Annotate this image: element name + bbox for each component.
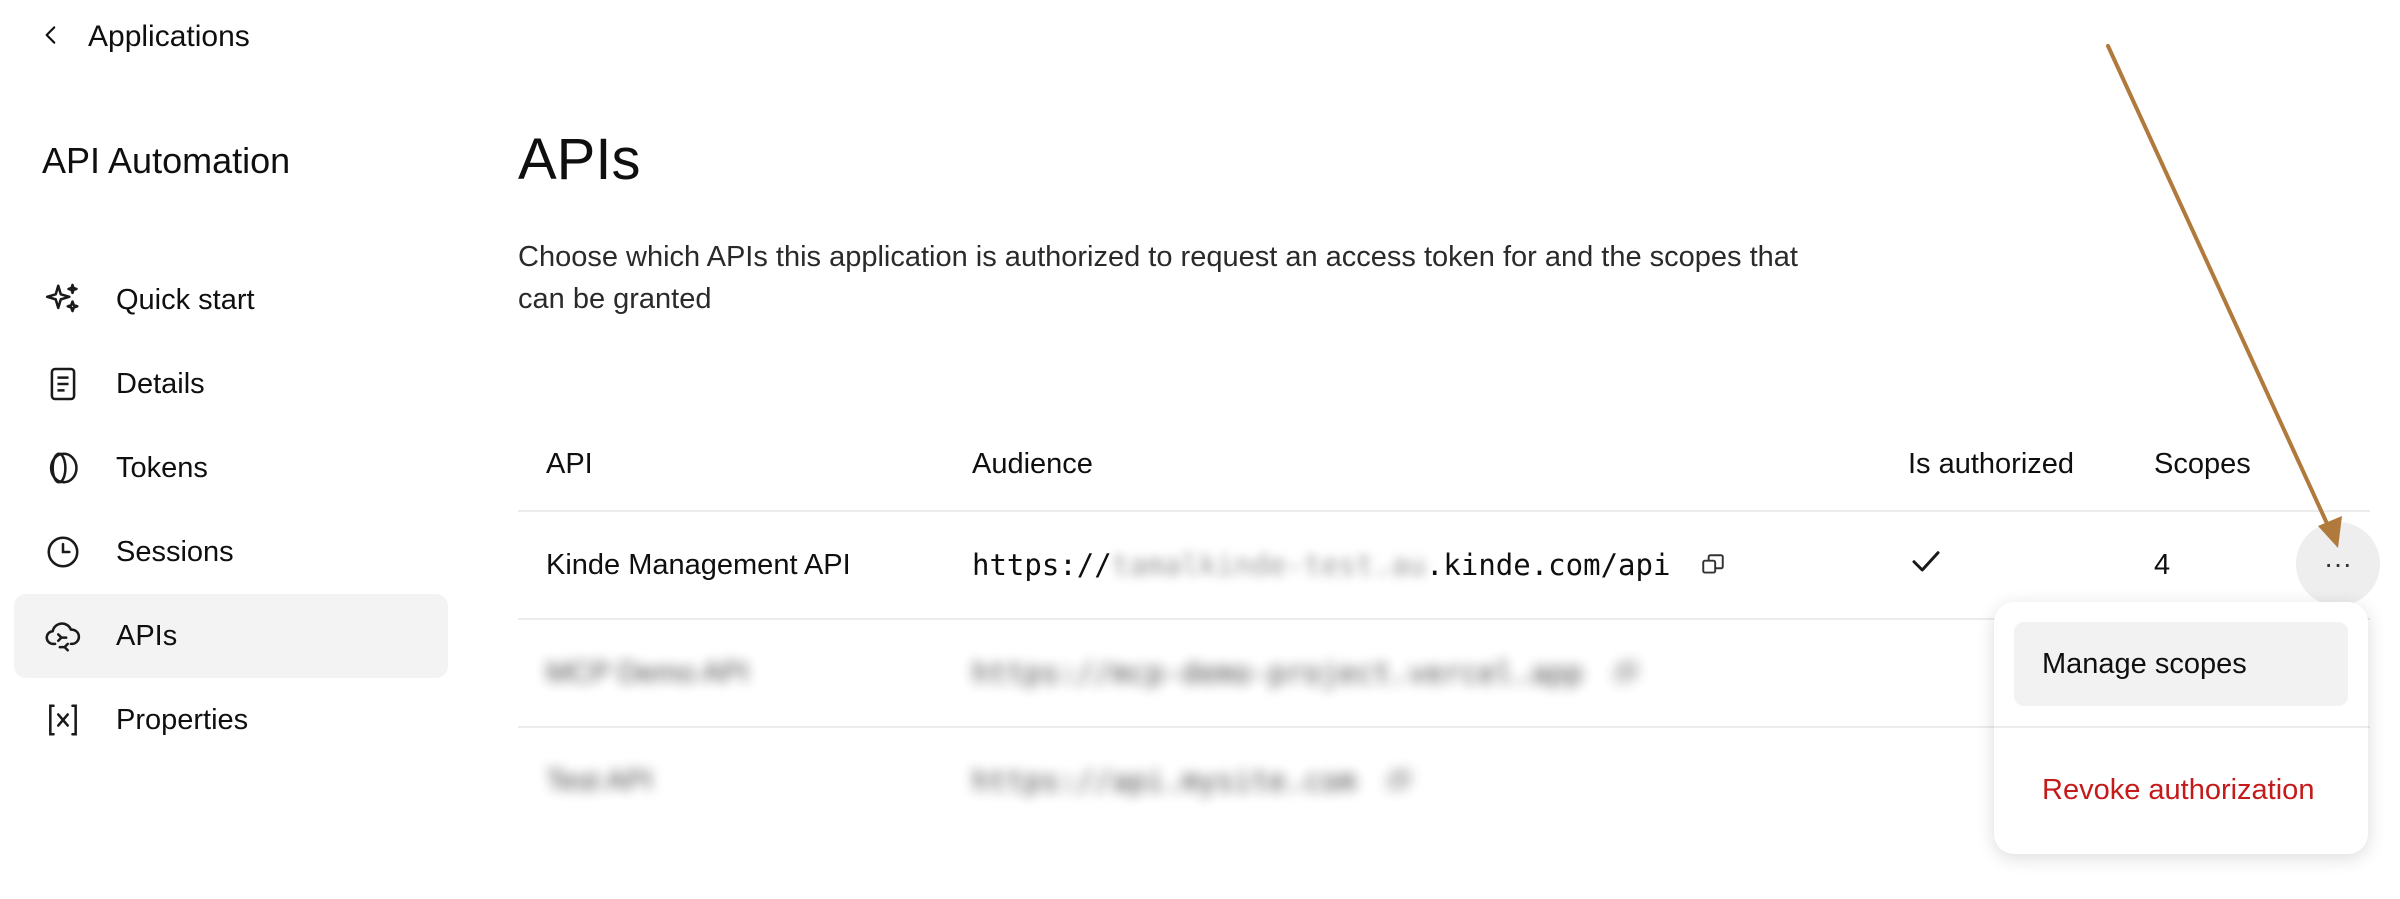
chevron-left-icon bbox=[38, 22, 64, 53]
page: Applications API Automation Quick start … bbox=[0, 0, 2400, 899]
row-actions-button[interactable]: ··· bbox=[2296, 522, 2380, 606]
page-description: Choose which APIs this application is au… bbox=[518, 241, 1798, 315]
copy-icon[interactable] bbox=[1700, 552, 1726, 578]
audience-value: https://api.mysite.com bbox=[972, 764, 1357, 798]
copy-icon[interactable] bbox=[1613, 660, 1639, 686]
sidebar-item-quick-start[interactable]: Quick start bbox=[14, 258, 448, 342]
api-name: Test API bbox=[546, 764, 653, 797]
sidebar-item-apis[interactable]: APIs bbox=[14, 594, 448, 678]
audience-cell: https://tamalkinde-test.au .kinde.com/api bbox=[972, 548, 1908, 582]
sidebar-nav: Quick start Details Tokens Sessions APIs bbox=[14, 258, 448, 762]
audience-cell: https://mcp-demo-project.vercel.app bbox=[972, 656, 1908, 690]
more-horizontal-icon: ··· bbox=[2324, 548, 2352, 579]
revoke-authorization-menu-item[interactable]: Revoke authorization bbox=[2014, 748, 2348, 832]
token-icon bbox=[44, 449, 82, 487]
back-to-applications-link[interactable]: Applications bbox=[38, 20, 250, 54]
api-name: Kinde Management API bbox=[546, 548, 851, 581]
cloud-sync-icon bbox=[44, 617, 82, 655]
column-header-scopes: Scopes bbox=[2154, 447, 2251, 480]
row-actions-menu: Manage scopes Revoke authorization bbox=[1994, 602, 2368, 854]
scopes-count: 4 bbox=[2154, 548, 2171, 581]
audience-prefix: https:// bbox=[972, 548, 1112, 582]
variable-icon bbox=[44, 701, 82, 739]
application-title: API Automation bbox=[42, 140, 291, 181]
column-header-audience: Audience bbox=[972, 447, 1093, 480]
audience-suffix: .kinde.com/api bbox=[1425, 548, 1671, 582]
sidebar-item-label: Properties bbox=[116, 703, 249, 736]
api-name: MCP Demo API bbox=[546, 656, 749, 689]
sidebar-item-label: Tokens bbox=[116, 451, 208, 484]
authorized-check-icon bbox=[1908, 543, 2154, 587]
sidebar-item-sessions[interactable]: Sessions bbox=[14, 510, 448, 594]
clock-icon bbox=[44, 533, 82, 571]
sidebar-item-label: APIs bbox=[116, 619, 178, 652]
document-icon bbox=[44, 365, 82, 403]
sidebar-item-properties[interactable]: Properties bbox=[14, 678, 448, 762]
column-header-api: API bbox=[546, 447, 593, 480]
audience-value: https://mcp-demo-project.vercel.app bbox=[972, 656, 1584, 690]
sidebar-item-tokens[interactable]: Tokens bbox=[14, 426, 448, 510]
audience-cell: https://api.mysite.com bbox=[972, 764, 1908, 798]
manage-scopes-menu-item[interactable]: Manage scopes bbox=[2014, 622, 2348, 706]
page-title: APIs bbox=[518, 127, 641, 192]
sidebar-item-details[interactable]: Details bbox=[14, 342, 448, 426]
table-header: API Audience Is authorized Scopes bbox=[518, 418, 2370, 512]
menu-divider bbox=[1994, 726, 2368, 728]
column-header-is-authorized: Is authorized bbox=[1908, 447, 2075, 480]
sidebar-item-label: Quick start bbox=[116, 283, 255, 316]
back-link-label: Applications bbox=[88, 20, 250, 53]
audience-redacted: tamalkinde-test.au bbox=[1111, 548, 1426, 582]
copy-icon[interactable] bbox=[1386, 768, 1412, 794]
sidebar-item-label: Details bbox=[116, 367, 205, 400]
sparkles-icon bbox=[44, 281, 82, 319]
sidebar-item-label: Sessions bbox=[116, 535, 234, 568]
